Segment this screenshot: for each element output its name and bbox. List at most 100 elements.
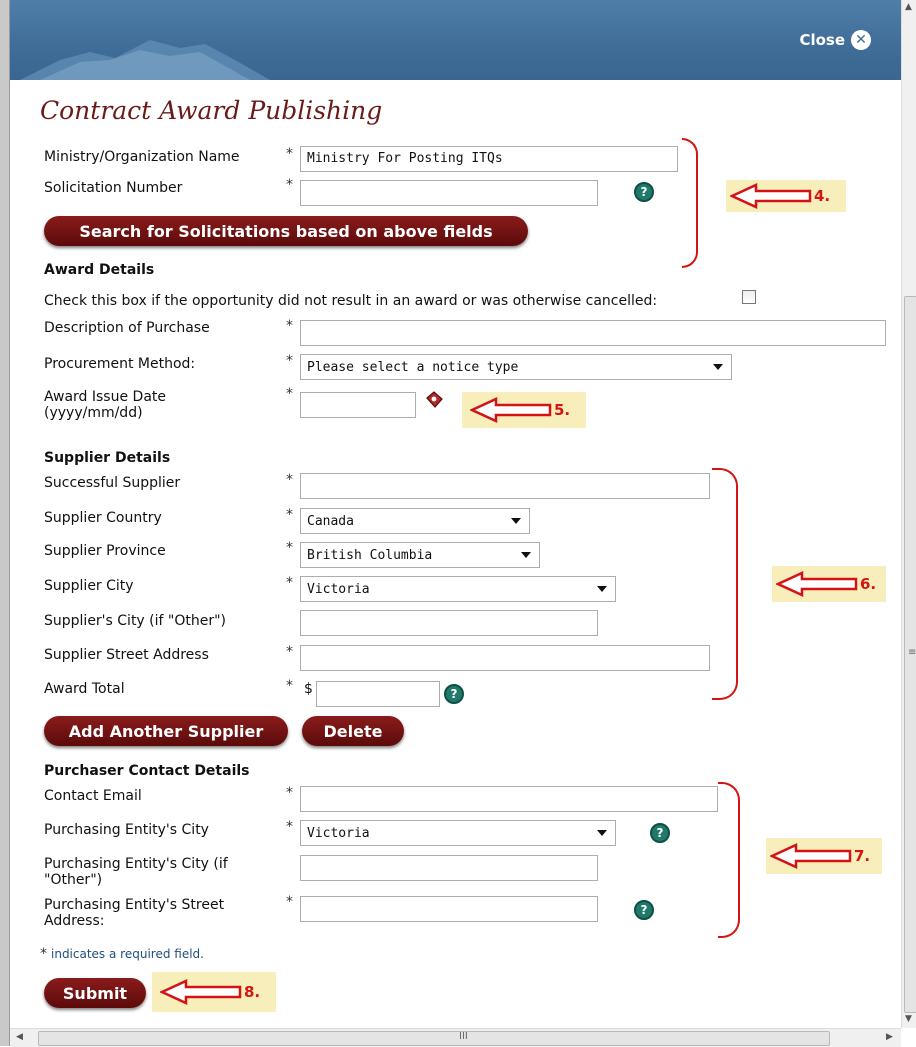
- scroll-up-icon[interactable]: ▲: [905, 2, 912, 12]
- callout-6-label: 6.: [860, 575, 877, 593]
- left-arrow-icon: [730, 183, 812, 209]
- horizontal-scrollbar[interactable]: ◀ III ▶: [10, 1028, 901, 1047]
- delete-button[interactable]: Delete: [302, 716, 404, 746]
- add-another-supplier-button[interactable]: Add Another Supplier: [44, 716, 288, 746]
- callout-8-label: 8.: [244, 983, 261, 1001]
- supplier-country-select[interactable]: Canada: [300, 508, 530, 534]
- supplier-city-other-input[interactable]: [300, 610, 598, 636]
- help-icon[interactable]: ?: [650, 823, 670, 843]
- purchasing-street-line2: Address:: [44, 913, 105, 929]
- purchasing-city-other-input[interactable]: [300, 855, 598, 881]
- required-marker: *: [40, 946, 47, 962]
- award-details-heading: Award Details: [44, 262, 155, 278]
- cancelled-text: Check this box if the opportunity did no…: [44, 293, 658, 309]
- supplier-city-label: Supplier City: [44, 578, 134, 594]
- help-icon[interactable]: ?: [444, 684, 464, 704]
- left-arrow-icon: [770, 843, 852, 869]
- procurement-label: Procurement Method:: [44, 356, 196, 372]
- required-note-text: indicates a required field.: [51, 947, 204, 961]
- supplier-province-label: Supplier Province: [44, 543, 166, 559]
- help-icon[interactable]: ?: [634, 900, 654, 920]
- procurement-value: Please select a notice type: [307, 360, 519, 375]
- calendar-icon[interactable]: [424, 390, 444, 410]
- annotation-bracket-6: [712, 468, 738, 700]
- required-marker: *: [286, 318, 293, 334]
- required-note: * indicates a required field.: [40, 946, 204, 962]
- dialog-header: Close ✕: [10, 0, 901, 80]
- purchasing-city-other-line1: Purchasing Entity's City (if: [44, 856, 228, 872]
- supplier-street-label: Supplier Street Address: [44, 647, 209, 663]
- supplier-country-value: Canada: [307, 514, 354, 529]
- vertical-grip-icon: ≡: [908, 647, 916, 658]
- left-arrow-icon: [470, 397, 552, 423]
- purchasing-city-other-line2: "Other"): [44, 872, 103, 888]
- purchasing-city-select[interactable]: Victoria: [300, 820, 616, 846]
- currency-symbol: $: [304, 681, 313, 697]
- contact-email-input[interactable]: [300, 786, 718, 812]
- scroll-left-icon[interactable]: ◀: [16, 1032, 23, 1042]
- left-frame-edge: [0, 0, 10, 1046]
- required-marker: *: [286, 819, 293, 835]
- page-title: Contract Award Publishing: [40, 96, 383, 125]
- supplier-province-select[interactable]: British Columbia: [300, 542, 540, 568]
- callout-8: 8.: [152, 972, 276, 1012]
- required-marker: *: [286, 644, 293, 660]
- supplier-city-select[interactable]: Victoria: [300, 576, 616, 602]
- callout-5: 5.: [462, 392, 586, 428]
- required-marker: *: [286, 353, 293, 369]
- submit-button[interactable]: Submit: [44, 978, 146, 1008]
- required-marker: *: [286, 540, 293, 556]
- required-marker: *: [286, 177, 293, 193]
- callout-7: 7.: [766, 838, 882, 874]
- cancelled-checkbox[interactable]: [742, 290, 756, 304]
- dialog-window: Close ✕ Contract Award Publishing Minist…: [0, 0, 916, 1047]
- procurement-select[interactable]: Please select a notice type: [300, 354, 732, 380]
- supplier-details-heading: Supplier Details: [44, 450, 171, 466]
- chevron-down-icon: [597, 830, 607, 836]
- supplier-province-value: British Columbia: [307, 548, 433, 563]
- left-arrow-icon: [776, 571, 858, 597]
- horizontal-scroll-thumb[interactable]: III: [38, 1031, 830, 1046]
- successful-supplier-input[interactable]: [300, 473, 710, 499]
- left-arrow-icon: [160, 979, 242, 1005]
- required-marker: *: [286, 785, 293, 801]
- close-button[interactable]: Close ✕: [799, 30, 871, 50]
- ministry-input[interactable]: Ministry For Posting ITQs: [300, 146, 678, 172]
- required-marker: *: [286, 386, 293, 402]
- close-icon: ✕: [851, 30, 871, 50]
- scroll-down-icon[interactable]: ▼: [905, 1014, 912, 1024]
- award-total-label: Award Total: [44, 681, 125, 697]
- purchasing-street-line1: Purchasing Entity's Street: [44, 897, 225, 913]
- supplier-street-input[interactable]: [300, 645, 710, 671]
- purchasing-street-label: Purchasing Entity's Street Address:: [44, 897, 224, 929]
- vertical-scroll-thumb[interactable]: ≡: [904, 296, 916, 1013]
- issue-date-label-line1: Award Issue Date: [44, 389, 167, 405]
- award-total-input[interactable]: [316, 681, 440, 707]
- purchasing-city-other-label: Purchasing Entity's City (if "Other"): [44, 856, 228, 888]
- scroll-right-icon[interactable]: ▶: [886, 1032, 893, 1042]
- ministry-label: Ministry/Organization Name: [44, 149, 240, 165]
- purchasing-city-value: Victoria: [307, 826, 370, 841]
- annotation-bracket-7: [718, 782, 740, 938]
- issue-date-input[interactable]: [300, 392, 416, 418]
- horizontal-grip-icon: III: [459, 1031, 468, 1042]
- supplier-city-value: Victoria: [307, 582, 370, 597]
- purchasing-city-label: Purchasing Entity's City: [44, 822, 209, 838]
- vertical-scrollbar[interactable]: ▲ ≡ ▼: [901, 0, 916, 1028]
- annotation-bracket-4: [682, 138, 698, 268]
- help-icon[interactable]: ?: [634, 182, 654, 202]
- solicitation-input[interactable]: [300, 180, 598, 206]
- purchasing-street-input[interactable]: [300, 896, 598, 922]
- chevron-down-icon: [713, 364, 723, 370]
- required-marker: *: [286, 472, 293, 488]
- chevron-down-icon: [521, 552, 531, 558]
- successful-supplier-label: Successful Supplier: [44, 475, 181, 491]
- required-marker: *: [286, 575, 293, 591]
- callout-4: 4.: [726, 180, 846, 212]
- purchaser-details-heading: Purchaser Contact Details: [44, 763, 250, 779]
- description-input[interactable]: [300, 320, 886, 346]
- callout-4-label: 4.: [814, 187, 831, 205]
- chevron-down-icon: [511, 518, 521, 524]
- search-solicitations-button[interactable]: Search for Solicitations based on above …: [44, 216, 528, 246]
- solicitation-label: Solicitation Number: [44, 180, 183, 196]
